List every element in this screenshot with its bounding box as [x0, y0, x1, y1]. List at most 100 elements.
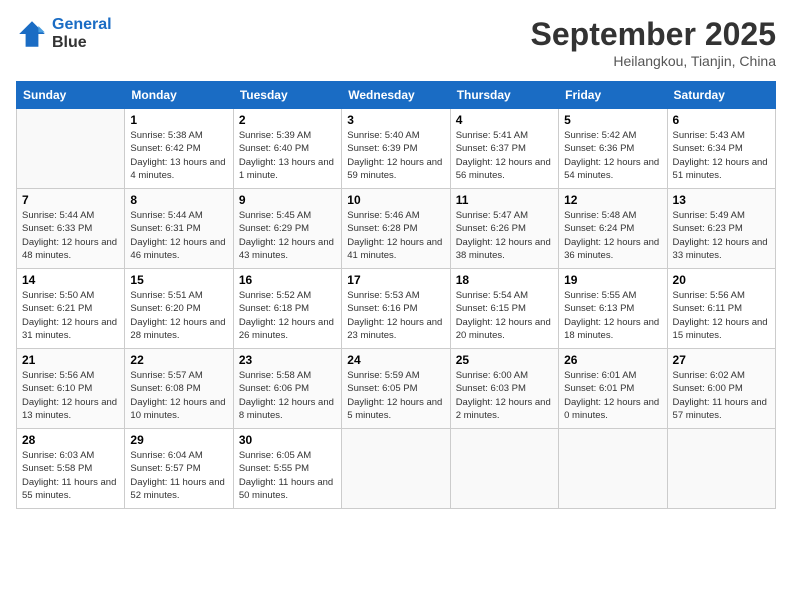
calendar-cell: 11Sunrise: 5:47 AMSunset: 6:26 PMDayligh…	[450, 189, 558, 269]
day-number: 17	[347, 273, 444, 287]
day-info: Sunrise: 5:44 AMSunset: 6:33 PMDaylight:…	[22, 209, 119, 262]
week-row-1: 1 Sunrise: 5:38 AMSunset: 6:42 PMDaylight…	[17, 109, 776, 189]
calendar-cell: 7 Sunrise: 5:44 AMSunset: 6:33 PMDaylight…	[17, 189, 125, 269]
day-info: Sunrise: 6:03 AMSunset: 5:58 PMDaylight:…	[22, 449, 119, 502]
calendar-cell: 6 Sunrise: 5:43 AMSunset: 6:34 PMDaylight…	[667, 109, 775, 189]
day-info: Sunrise: 5:41 AMSunset: 6:37 PMDaylight:…	[456, 129, 553, 182]
day-number: 18	[456, 273, 553, 287]
day-info: Sunrise: 6:04 AMSunset: 5:57 PMDaylight:…	[130, 449, 227, 502]
calendar-cell: 30 Sunrise: 6:05 AMSunset: 5:55 PMDayligh…	[233, 429, 341, 509]
day-info: Sunrise: 5:55 AMSunset: 6:13 PMDaylight:…	[564, 289, 661, 342]
weekday-wednesday: Wednesday	[342, 82, 450, 109]
weekday-saturday: Saturday	[667, 82, 775, 109]
day-number: 16	[239, 273, 336, 287]
calendar-cell: 17 Sunrise: 5:53 AMSunset: 6:16 PMDayligh…	[342, 269, 450, 349]
weekday-monday: Monday	[125, 82, 233, 109]
calendar-cell	[667, 429, 775, 509]
day-info: Sunrise: 5:52 AMSunset: 6:18 PMDaylight:…	[239, 289, 336, 342]
day-number: 2	[239, 113, 336, 127]
weekday-friday: Friday	[559, 82, 667, 109]
day-number: 26	[564, 353, 661, 367]
day-info: Sunrise: 6:05 AMSunset: 5:55 PMDaylight:…	[239, 449, 336, 502]
day-number: 13	[673, 193, 770, 207]
calendar-table: SundayMondayTuesdayWednesdayThursdayFrid…	[16, 81, 776, 509]
day-number: 12	[564, 193, 661, 207]
calendar-cell: 9Sunrise: 5:45 AMSunset: 6:29 PMDaylight…	[233, 189, 341, 269]
calendar-cell: 12Sunrise: 5:48 AMSunset: 6:24 PMDayligh…	[559, 189, 667, 269]
week-row-2: 7 Sunrise: 5:44 AMSunset: 6:33 PMDaylight…	[17, 189, 776, 269]
calendar-cell: 18Sunrise: 5:54 AMSunset: 6:15 PMDayligh…	[450, 269, 558, 349]
calendar-cell: 29 Sunrise: 6:04 AMSunset: 5:57 PMDayligh…	[125, 429, 233, 509]
day-number: 22	[130, 353, 227, 367]
day-info: Sunrise: 5:53 AMSunset: 6:16 PMDaylight:…	[347, 289, 444, 342]
calendar-cell: 22Sunrise: 5:57 AMSunset: 6:08 PMDayligh…	[125, 349, 233, 429]
day-number: 9	[239, 193, 336, 207]
calendar-cell: 1 Sunrise: 5:38 AMSunset: 6:42 PMDaylight…	[125, 109, 233, 189]
day-info: Sunrise: 5:44 AMSunset: 6:31 PMDaylight:…	[130, 209, 227, 262]
day-info: Sunrise: 5:43 AMSunset: 6:34 PMDaylight:…	[673, 129, 770, 182]
day-number: 10	[347, 193, 444, 207]
month-title: September 2025	[531, 16, 776, 53]
day-number: 14	[22, 273, 119, 287]
weekday-sunday: Sunday	[17, 82, 125, 109]
day-number: 29	[130, 433, 227, 447]
calendar-body: 1 Sunrise: 5:38 AMSunset: 6:42 PMDaylight…	[17, 109, 776, 509]
calendar-cell: 27 Sunrise: 6:02 AMSunset: 6:00 PMDayligh…	[667, 349, 775, 429]
day-info: Sunrise: 5:39 AMSunset: 6:40 PMDaylight:…	[239, 129, 336, 182]
day-number: 19	[564, 273, 661, 287]
day-info: Sunrise: 6:00 AMSunset: 6:03 PMDaylight:…	[456, 369, 553, 422]
day-number: 20	[673, 273, 770, 287]
day-info: Sunrise: 5:56 AMSunset: 6:10 PMDaylight:…	[22, 369, 119, 422]
day-info: Sunrise: 5:38 AMSunset: 6:42 PMDaylight:…	[130, 129, 227, 182]
day-number: 8	[130, 193, 227, 207]
calendar-cell: 21Sunrise: 5:56 AMSunset: 6:10 PMDayligh…	[17, 349, 125, 429]
day-number: 28	[22, 433, 119, 447]
day-number: 30	[239, 433, 336, 447]
day-info: Sunrise: 5:56 AMSunset: 6:11 PMDaylight:…	[673, 289, 770, 342]
day-info: Sunrise: 5:51 AMSunset: 6:20 PMDaylight:…	[130, 289, 227, 342]
day-info: Sunrise: 6:02 AMSunset: 6:00 PMDaylight:…	[673, 369, 770, 422]
calendar-cell: 14 Sunrise: 5:50 AMSunset: 6:21 PMDayligh…	[17, 269, 125, 349]
calendar-cell: 2 Sunrise: 5:39 AMSunset: 6:40 PMDaylight…	[233, 109, 341, 189]
week-row-5: 28 Sunrise: 6:03 AMSunset: 5:58 PMDayligh…	[17, 429, 776, 509]
calendar-cell: 19 Sunrise: 5:55 AMSunset: 6:13 PMDayligh…	[559, 269, 667, 349]
calendar-cell	[342, 429, 450, 509]
day-number: 5	[564, 113, 661, 127]
weekday-tuesday: Tuesday	[233, 82, 341, 109]
week-row-4: 21Sunrise: 5:56 AMSunset: 6:10 PMDayligh…	[17, 349, 776, 429]
calendar-cell: 5 Sunrise: 5:42 AMSunset: 6:36 PMDaylight…	[559, 109, 667, 189]
day-info: Sunrise: 5:49 AMSunset: 6:23 PMDaylight:…	[673, 209, 770, 262]
day-info: Sunrise: 5:40 AMSunset: 6:39 PMDaylight:…	[347, 129, 444, 182]
day-info: Sunrise: 5:50 AMSunset: 6:21 PMDaylight:…	[22, 289, 119, 342]
day-number: 24	[347, 353, 444, 367]
location: Heilangkou, Tianjin, China	[531, 53, 776, 69]
day-number: 3	[347, 113, 444, 127]
page-header: General Blue September 2025 Heilangkou, …	[16, 16, 776, 69]
logo-text: General Blue	[52, 16, 112, 52]
calendar-cell: 23Sunrise: 5:58 AMSunset: 6:06 PMDayligh…	[233, 349, 341, 429]
calendar-cell: 4 Sunrise: 5:41 AMSunset: 6:37 PMDaylight…	[450, 109, 558, 189]
week-row-3: 14 Sunrise: 5:50 AMSunset: 6:21 PMDayligh…	[17, 269, 776, 349]
day-number: 7	[22, 193, 119, 207]
calendar-cell: 8 Sunrise: 5:44 AMSunset: 6:31 PMDaylight…	[125, 189, 233, 269]
day-info: Sunrise: 5:46 AMSunset: 6:28 PMDaylight:…	[347, 209, 444, 262]
calendar-cell: 15Sunrise: 5:51 AMSunset: 6:20 PMDayligh…	[125, 269, 233, 349]
calendar-cell: 13 Sunrise: 5:49 AMSunset: 6:23 PMDayligh…	[667, 189, 775, 269]
day-number: 11	[456, 193, 553, 207]
day-number: 4	[456, 113, 553, 127]
calendar-cell: 24 Sunrise: 5:59 AMSunset: 6:05 PMDayligh…	[342, 349, 450, 429]
day-info: Sunrise: 6:01 AMSunset: 6:01 PMDaylight:…	[564, 369, 661, 422]
day-number: 27	[673, 353, 770, 367]
day-info: Sunrise: 5:58 AMSunset: 6:06 PMDaylight:…	[239, 369, 336, 422]
weekday-thursday: Thursday	[450, 82, 558, 109]
title-block: September 2025 Heilangkou, Tianjin, Chin…	[531, 16, 776, 69]
calendar-cell: 10 Sunrise: 5:46 AMSunset: 6:28 PMDayligh…	[342, 189, 450, 269]
calendar-cell: 3 Sunrise: 5:40 AMSunset: 6:39 PMDaylight…	[342, 109, 450, 189]
day-number: 6	[673, 113, 770, 127]
calendar-cell: 26 Sunrise: 6:01 AMSunset: 6:01 PMDayligh…	[559, 349, 667, 429]
day-info: Sunrise: 5:59 AMSunset: 6:05 PMDaylight:…	[347, 369, 444, 422]
day-info: Sunrise: 5:42 AMSunset: 6:36 PMDaylight:…	[564, 129, 661, 182]
calendar-cell: 20 Sunrise: 5:56 AMSunset: 6:11 PMDayligh…	[667, 269, 775, 349]
day-number: 1	[130, 113, 227, 127]
calendar-cell	[450, 429, 558, 509]
